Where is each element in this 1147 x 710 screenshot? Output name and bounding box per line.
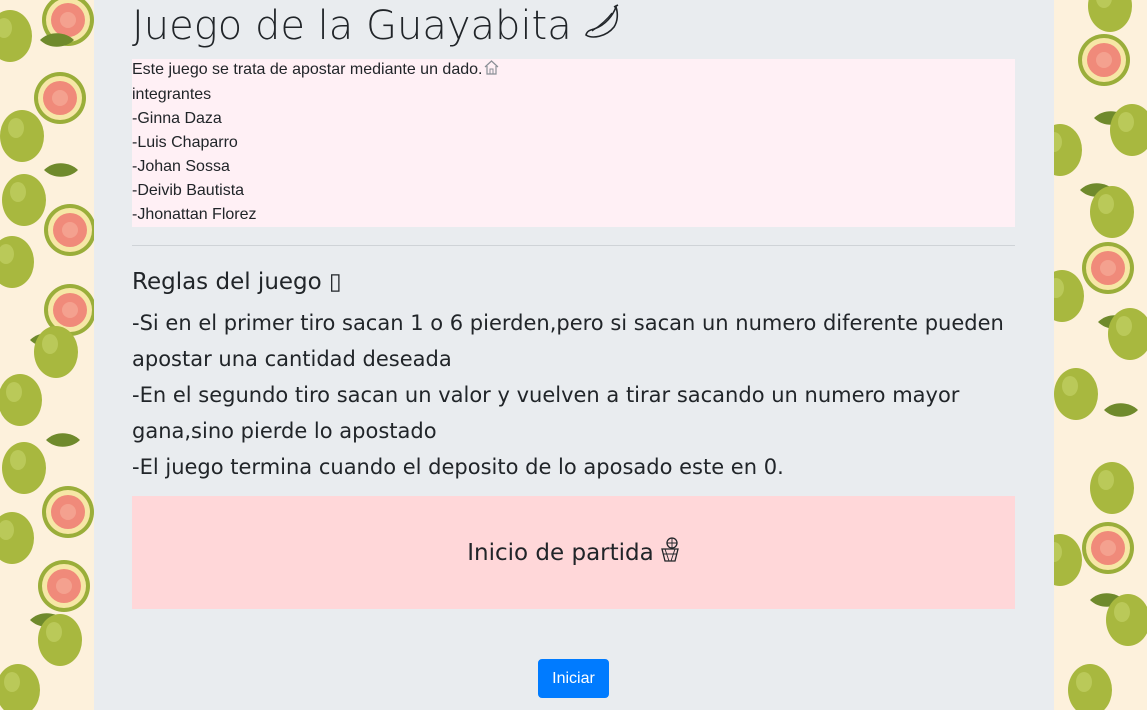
section-divider [132,245,1015,246]
right-guava-strip [1038,0,1147,710]
start-button[interactable]: Iniciar [538,659,609,698]
game-description: Este juego se trata de apostar mediante … [132,59,1015,83]
house-icon [483,59,500,83]
start-panel: Inicio de partida [132,496,1015,609]
rules-title: Reglas del juego ▯ [132,269,342,295]
rule-item: -En el segundo tiro sacan un valor y vue… [132,383,960,443]
members-heading: integrantes [132,86,212,103]
info-box: Este juego se trata de apostar mediante … [132,59,1015,227]
member-item: -Luis Chaparro [132,134,238,151]
member-item: -Deivib Bautista [132,182,245,199]
member-item: -Ginna Daza [132,110,222,127]
missing-glyph-icon: ▯ [329,269,342,295]
page-title: Juego de la Guayabita [132,2,622,54]
main-container: Juego de la Guayabita Este juego se trat… [94,0,1054,710]
left-guava-strip [0,0,96,710]
rules-list: -Si en el primer tiro sacan 1 o 6 pierde… [132,305,1015,485]
rule-item: -Si en el primer tiro sacan 1 o 6 pierde… [132,311,1004,371]
basketball-hoop-icon [660,536,680,569]
member-item: -Johan Sossa [132,158,230,175]
start-label: Inicio de partida [467,536,680,569]
banana-icon [580,3,622,54]
page-title-text: Juego de la Guayabita [132,3,572,49]
member-item: -Jhonattan Florez [132,206,257,223]
rule-item: -El juego termina cuando el deposito de … [132,455,784,479]
